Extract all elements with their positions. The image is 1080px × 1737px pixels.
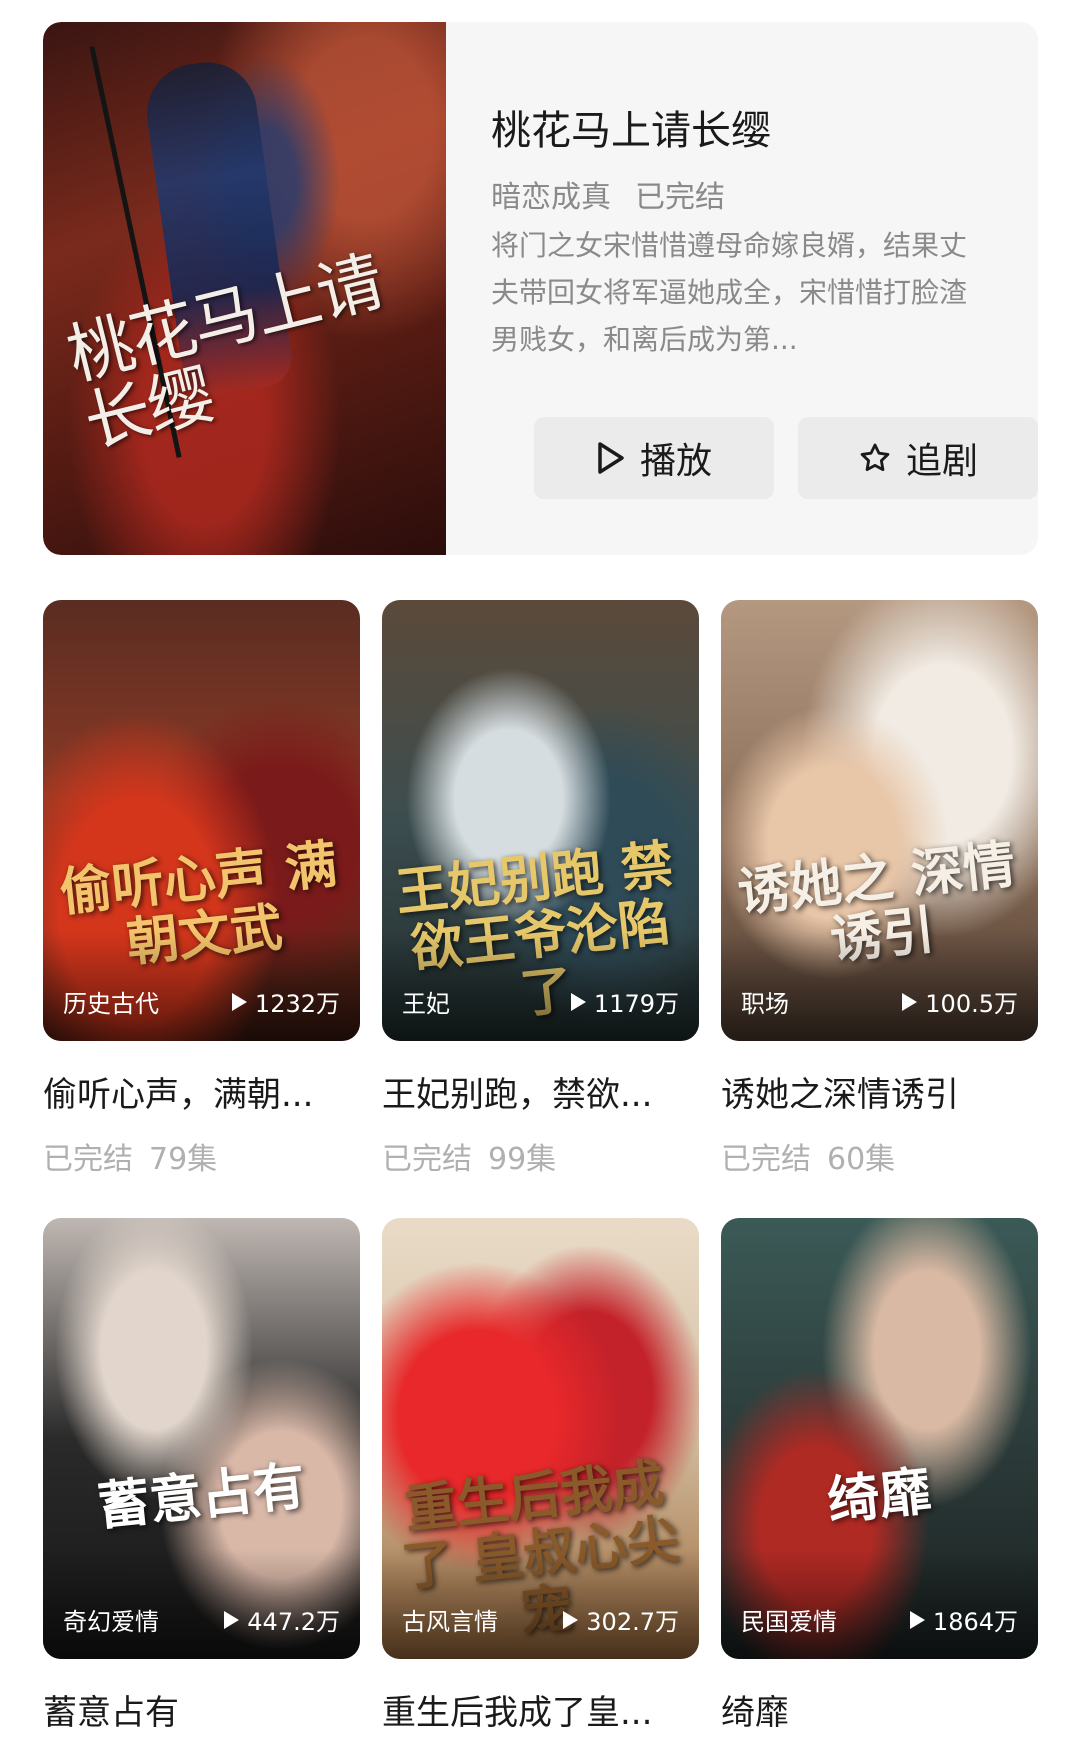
play-count: 447.2万 <box>221 1602 340 1637</box>
drama-episodes: 79集 <box>149 1142 218 1177</box>
star-icon <box>860 443 890 472</box>
follow-button-label: 追剧 <box>905 441 978 482</box>
drama-poster[interactable]: 重生后我成了 皇叔心尖宠 古风言情 302.7万 <box>382 1218 699 1659</box>
play-count-icon <box>909 1610 925 1629</box>
drama-card[interactable]: 偷听心声 满朝文武 历史古代 1232万 偷听心声，满朝... 已完结 79集 <box>43 600 360 1178</box>
drama-status: 已完结 <box>721 1142 811 1177</box>
genre-tag: 职场 <box>741 990 789 1018</box>
play-count-icon <box>231 992 247 1011</box>
drama-poster[interactable]: 偷听心声 满朝文武 历史古代 1232万 <box>43 600 360 1041</box>
featured-info: 桃花马上请长缨 暗恋成真 已完结 将门之女宋惜惜遵母命嫁良婿，结果丈夫带回女将军逼… <box>491 22 1038 555</box>
featured-status: 已完结 <box>635 180 725 215</box>
drama-episodes: 99集 <box>488 1142 557 1177</box>
drama-card[interactable]: 重生后我成了 皇叔心尖宠 古风言情 302.7万 重生后我成了皇... <box>382 1218 699 1734</box>
drama-poster[interactable]: 诱她之 深情诱引 职场 100.5万 <box>721 600 1038 1041</box>
play-count: 1179万 <box>568 984 679 1019</box>
featured-meta: 暗恋成真 已完结 <box>491 172 725 216</box>
play-count-icon <box>224 1610 240 1629</box>
play-count: 100.5万 <box>899 984 1018 1019</box>
poster-title: 绮靡 <box>824 1460 935 1533</box>
drama-meta: 已完结 79集 <box>43 1134 360 1178</box>
drama-poster[interactable]: 王妃别跑 禁欲王爷沦陷了 王妃 1179万 <box>382 600 699 1041</box>
drama-title[interactable]: 王妃别跑，禁欲... <box>382 1067 699 1116</box>
drama-poster[interactable]: 绮靡 民国爱情 1864万 <box>721 1218 1038 1659</box>
genre-tag: 古风言情 <box>402 1608 498 1636</box>
drama-title[interactable]: 蓄意占有 <box>43 1685 360 1734</box>
featured-drama-card[interactable]: 桃花马上请长缨 桃花马上请长缨 暗恋成真 已完结 将门之女宋惜惜遵母命嫁良婿，结果… <box>43 22 1038 555</box>
follow-button[interactable]: 追剧 <box>798 417 1038 499</box>
play-count-icon <box>902 992 918 1011</box>
drama-card[interactable]: 诱她之 深情诱引 职场 100.5万 诱她之深情诱引 已完结 60集 <box>721 600 1038 1178</box>
play-count-icon <box>570 992 586 1011</box>
play-count-value: 302.7万 <box>586 1608 679 1636</box>
play-count: 302.7万 <box>560 1602 679 1637</box>
drama-card[interactable]: 王妃别跑 禁欲王爷沦陷了 王妃 1179万 王妃别跑，禁欲... 已完结 99集 <box>382 600 699 1178</box>
genre-tag: 奇幻爱情 <box>63 1608 159 1636</box>
drama-episodes: 60集 <box>827 1142 896 1177</box>
play-count-value: 1179万 <box>593 990 679 1018</box>
drama-poster[interactable]: 蓄意占有 奇幻爱情 447.2万 <box>43 1218 360 1659</box>
drama-title[interactable]: 重生后我成了皇... <box>382 1685 699 1734</box>
play-count: 1232万 <box>229 984 340 1019</box>
play-count-value: 1232万 <box>254 990 340 1018</box>
genre-tag: 历史古代 <box>63 990 159 1018</box>
featured-description: 将门之女宋惜惜遵母命嫁良婿，结果丈夫带回女将军逼她成全，宋惜惜打脸渣男贱女，和离… <box>491 229 968 356</box>
drama-status: 已完结 <box>382 1142 472 1177</box>
play-icon <box>598 442 624 474</box>
play-count-value: 100.5万 <box>925 990 1018 1018</box>
drama-card[interactable]: 蓄意占有 奇幻爱情 447.2万 蓄意占有 <box>43 1218 360 1734</box>
drama-status: 已完结 <box>43 1142 133 1177</box>
featured-tag: 暗恋成真 <box>491 180 611 215</box>
play-count-icon <box>563 1610 579 1629</box>
drama-card[interactable]: 绮靡 民国爱情 1864万 绮靡 <box>721 1218 1038 1734</box>
genre-tag: 王妃 <box>402 990 450 1018</box>
drama-meta: 已完结 60集 <box>721 1134 1038 1178</box>
genre-tag: 民国爱情 <box>741 1608 837 1636</box>
play-count: 1864万 <box>907 1602 1018 1637</box>
featured-title[interactable]: 桃花马上请长缨 <box>491 98 771 156</box>
poster-title: 蓄意占有 <box>94 1455 309 1538</box>
featured-poster-image[interactable]: 桃花马上请长缨 <box>43 22 446 555</box>
play-button[interactable]: 播放 <box>534 417 774 499</box>
poster-calligraphy-title: 桃花马上请长缨 <box>60 242 390 463</box>
play-count-value: 447.2万 <box>247 1608 340 1636</box>
drama-title[interactable]: 诱她之深情诱引 <box>721 1067 1038 1116</box>
drama-title[interactable]: 绮靡 <box>721 1685 1038 1734</box>
drama-meta: 已完结 99集 <box>382 1134 699 1178</box>
play-button-label: 播放 <box>639 441 712 482</box>
play-count-value: 1864万 <box>932 1608 1018 1636</box>
drama-title[interactable]: 偷听心声，满朝... <box>43 1067 360 1116</box>
